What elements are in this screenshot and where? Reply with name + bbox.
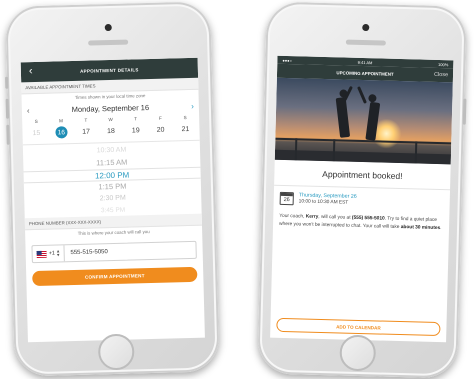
earpiece-speaker xyxy=(345,39,386,46)
pier-railing xyxy=(275,137,452,145)
call-duration: about 30 minutes xyxy=(400,224,441,231)
battery-label: 100% xyxy=(438,61,449,67)
weekday-label: F xyxy=(158,115,162,121)
date-cell[interactable]: 17 xyxy=(78,125,94,138)
date-cell[interactable]: 20 xyxy=(152,123,168,136)
left-screen: ‹ APPOINTMENT DETAILS AVAILABLE APPOINTM… xyxy=(20,57,205,343)
front-camera-icon xyxy=(104,23,112,32)
hero-photo xyxy=(274,77,453,165)
date-cell[interactable]: 21 xyxy=(177,122,193,135)
date-row: 15 16 17 18 19 20 21 xyxy=(22,122,199,141)
power-button xyxy=(462,98,467,125)
confirm-appointment-button[interactable]: CONFIRM APPOINTMENT xyxy=(32,266,198,287)
calendar-icon: 26 xyxy=(279,191,294,206)
country-code-label: +1 xyxy=(48,250,56,257)
date-cell[interactable]: 18 xyxy=(103,124,119,137)
runner-head-right xyxy=(368,94,377,103)
us-flag-icon xyxy=(36,250,47,258)
msg-text: Your coach, xyxy=(279,213,306,220)
appointment-time: 10:00 to 10:30 AM EST xyxy=(298,199,349,206)
date-text: Thursday, September 26 10:00 to 10:30 AM… xyxy=(299,192,357,206)
volume-down-button xyxy=(6,124,10,145)
earpiece-speaker xyxy=(88,39,129,46)
weekday-label: M xyxy=(59,118,63,124)
right-screen: ●●●○ 9:41 AM 100% UPCOMING APPOINTMENT C… xyxy=(270,55,454,343)
select-arrows-icon: ▴ ▾ xyxy=(56,248,60,259)
coach-phone: (555) 555-5010 xyxy=(351,215,385,222)
status-time: 9:41 AM xyxy=(357,59,373,65)
add-to-calendar-button[interactable]: ADD TO CALENDAR xyxy=(276,317,441,337)
date-cell[interactable]: 19 xyxy=(128,124,144,137)
volume-up-button xyxy=(5,98,10,119)
header-title: APPOINTMENT DETAILS xyxy=(80,66,139,74)
msg-text: , will call you at xyxy=(318,214,352,221)
date-cell-selected[interactable]: 16 xyxy=(53,126,69,139)
country-code-select[interactable]: +1 ▴ ▾ xyxy=(32,245,65,263)
signal-icon: ●●●○ xyxy=(282,57,293,63)
weekday-label: W xyxy=(108,116,113,123)
msg-text: . xyxy=(440,225,442,231)
selected-date-circle: 16 xyxy=(55,126,68,139)
phone-left: ‹ APPOINTMENT DETAILS AVAILABLE APPOINTM… xyxy=(5,1,220,377)
home-button[interactable] xyxy=(97,333,135,371)
weekday-label: T xyxy=(84,117,88,123)
weekday-label: S xyxy=(183,115,187,121)
phone-input-row: +1 ▴ ▾ 555-515-5050 xyxy=(31,240,197,264)
coach-name: Kerry xyxy=(305,214,319,220)
phone-right: ●●●○ 9:41 AM 100% UPCOMING APPOINTMENT C… xyxy=(257,1,467,379)
runner-silhouette-left xyxy=(335,97,351,138)
coach-message: Your coach, Kerry, will call you at (555… xyxy=(273,209,450,237)
marketing-stage: ‹ APPOINTMENT DETAILS AVAILABLE APPOINTM… xyxy=(0,0,474,379)
weekday-label: S xyxy=(34,118,38,125)
front-camera-icon xyxy=(362,23,370,32)
header-title: UPCOMING APPOINTMENT xyxy=(336,69,394,77)
home-button[interactable] xyxy=(339,334,377,372)
next-week-arrow-icon[interactable]: › xyxy=(191,102,194,111)
selected-day-label: Monday, September 16 xyxy=(71,103,150,115)
runner-arm-right xyxy=(357,86,367,104)
time-picker[interactable]: 10:30 AM 11:15 AM 12:00 PM 1:15 PM 2:30 … xyxy=(22,139,202,219)
weekday-label: T xyxy=(134,116,137,122)
date-cell: 15 xyxy=(32,129,41,137)
phone-number-input[interactable]: 555-515-5050 xyxy=(64,249,108,256)
mute-switch xyxy=(5,76,9,89)
prev-week-arrow-icon[interactable]: ‹ xyxy=(27,106,30,115)
close-button[interactable]: Close xyxy=(434,72,448,78)
